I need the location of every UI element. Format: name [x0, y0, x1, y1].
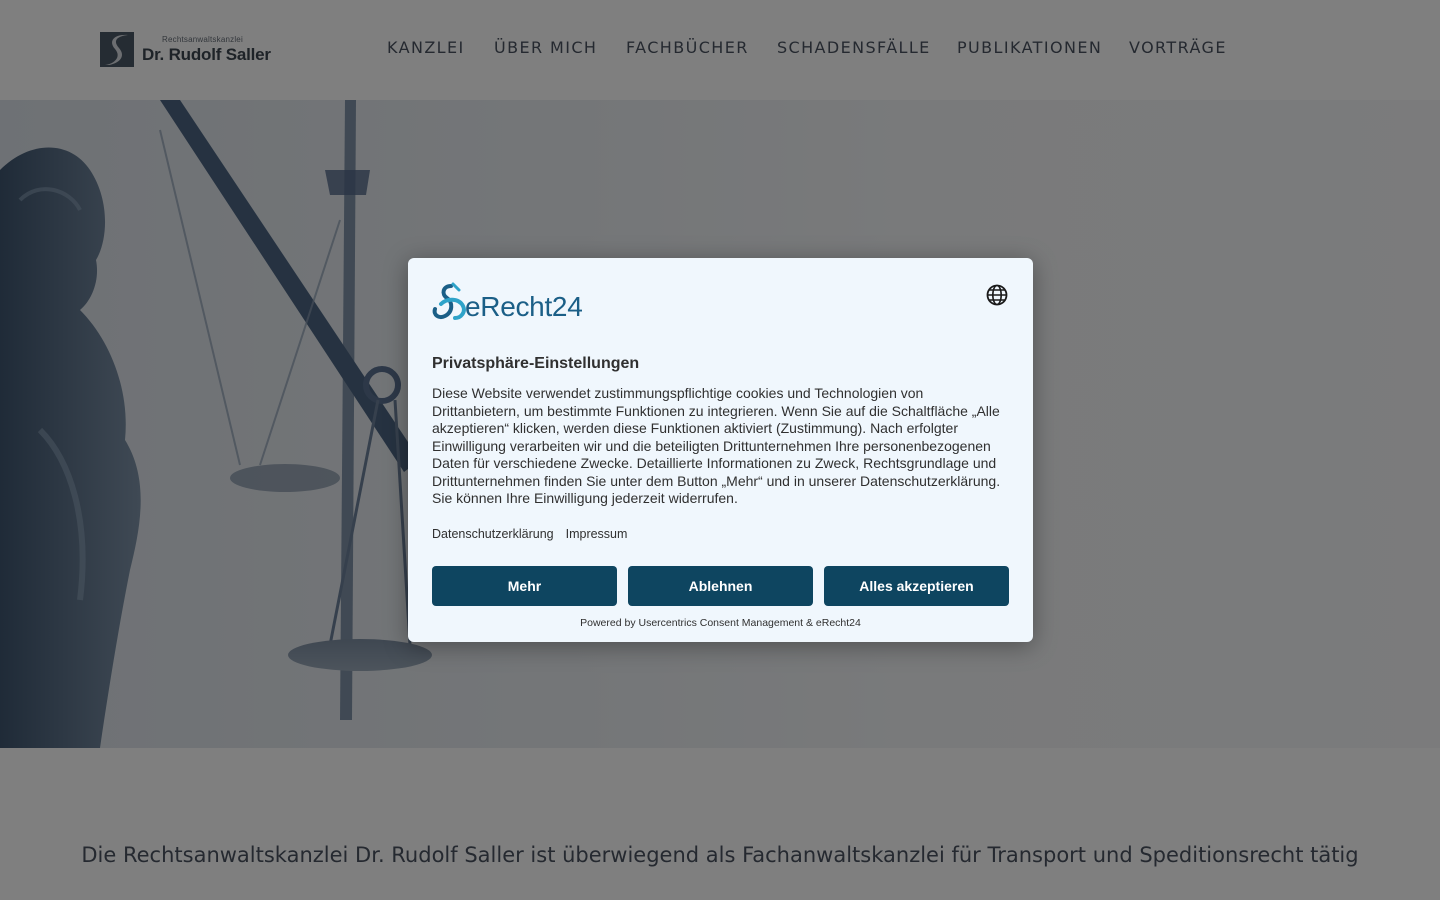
erecht24-logo: eRecht24 [431, 282, 601, 324]
accept-all-button[interactable]: Alles akzeptieren [824, 566, 1009, 606]
privacy-policy-link[interactable]: Datenschutzerklärung [432, 527, 554, 541]
dialog-description: Diese Website verwendet zustimmungspflic… [432, 385, 1001, 506]
dialog-title: Privatsphäre-Einstellungen [432, 355, 640, 372]
powered-by-text: Powered by Usercentrics Consent Manageme… [580, 617, 861, 629]
decline-button[interactable]: Ablehnen [628, 566, 813, 606]
erecht24-chain-icon [432, 282, 466, 320]
erecht24-wordmark: eRecht24 [465, 291, 583, 322]
globe-icon[interactable] [986, 284, 1008, 306]
imprint-link[interactable]: Impressum [566, 527, 628, 541]
more-button[interactable]: Mehr [432, 566, 617, 606]
dialog-links: Datenschutzerklärung Impressum [432, 527, 627, 541]
cookie-consent-dialog: eRecht24 Privatsphäre-Einstellungen Dies… [408, 258, 1033, 642]
